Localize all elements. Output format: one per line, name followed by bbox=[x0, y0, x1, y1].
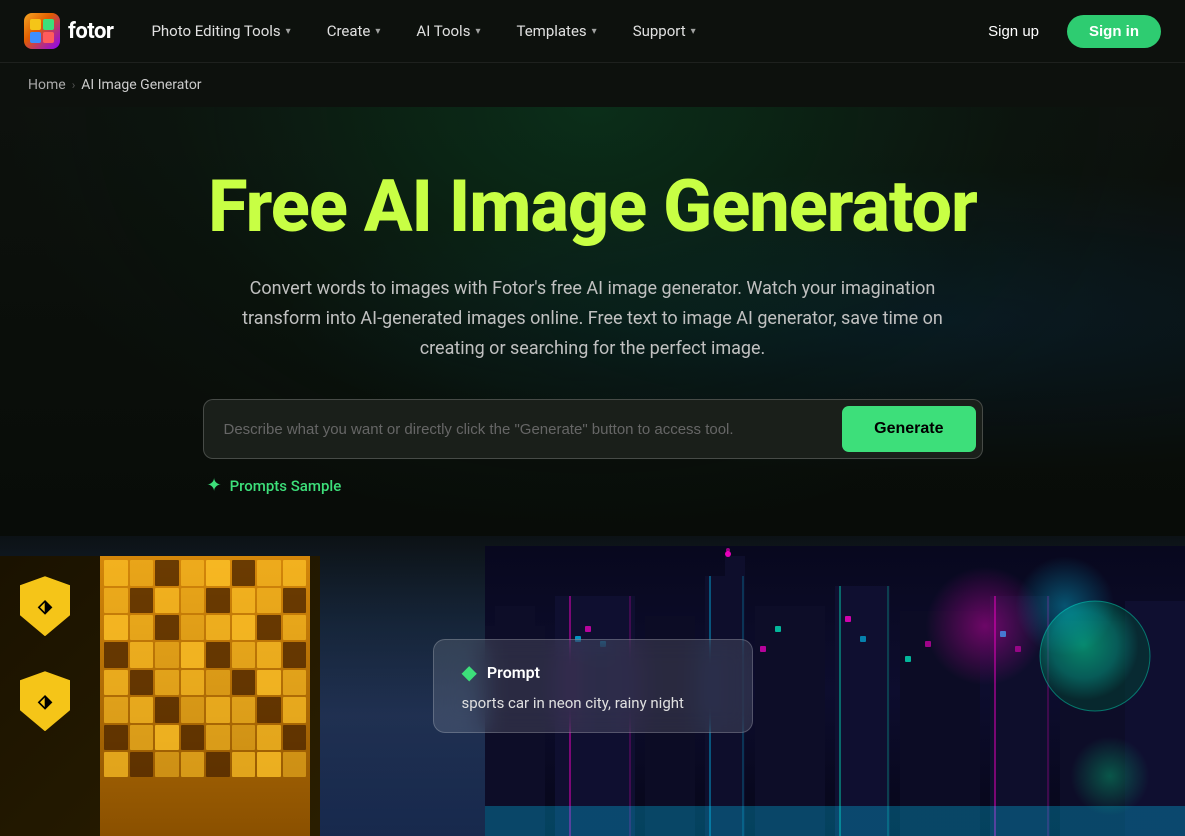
prompt-card-header: ◆ Prompt bbox=[462, 660, 724, 684]
nav-photo-editing-tools[interactable]: Photo Editing Tools ▾ bbox=[137, 14, 304, 48]
hero-section: Free AI Image Generator Convert words to… bbox=[0, 107, 1185, 536]
breadcrumb-home[interactable]: Home bbox=[28, 77, 66, 93]
logo-text: fotor bbox=[68, 19, 113, 44]
neon-cyan-glow bbox=[1015, 556, 1115, 656]
logo[interactable]: fotor bbox=[24, 13, 113, 49]
hero-title: Free AI Image Generator bbox=[20, 167, 1165, 246]
nav-create[interactable]: Create ▾ bbox=[313, 14, 395, 48]
ferrari-logos: ⬗ ⬗ bbox=[20, 576, 70, 731]
spark-icon: ✦ bbox=[207, 475, 222, 496]
window-building bbox=[100, 556, 310, 836]
shield-2: ⬗ bbox=[20, 671, 70, 731]
windows-grid bbox=[100, 556, 310, 836]
chevron-down-icon: ▾ bbox=[375, 26, 380, 37]
chevron-down-icon: ▾ bbox=[475, 26, 480, 37]
prompt-card: ◆ Prompt sports car in neon city, rainy … bbox=[433, 639, 753, 733]
generate-button[interactable]: Generate bbox=[842, 406, 975, 452]
prompt-label: Prompt bbox=[487, 663, 540, 682]
main-nav: fotor Photo Editing Tools ▾ Create ▾ AI … bbox=[0, 0, 1185, 63]
neon-green-glow bbox=[1070, 736, 1150, 816]
hero-subtitle: Convert words to images with Fotor's fre… bbox=[233, 274, 953, 363]
signin-button[interactable]: Sign in bbox=[1067, 15, 1161, 48]
chevron-down-icon: ▾ bbox=[286, 26, 291, 37]
signup-button[interactable]: Sign up bbox=[968, 15, 1059, 48]
breadcrumb: Home › AI Image Generator bbox=[0, 63, 1185, 107]
spark-icon: ◆ bbox=[462, 660, 477, 684]
chevron-down-icon: ▾ bbox=[691, 26, 696, 37]
nav-ai-tools[interactable]: AI Tools ▾ bbox=[402, 14, 494, 48]
prompts-sample[interactable]: ✦ Prompts Sample bbox=[203, 475, 983, 496]
breadcrumb-separator: › bbox=[72, 78, 76, 92]
logo-icon bbox=[24, 13, 60, 49]
search-bar: Generate bbox=[203, 399, 983, 459]
nav-support[interactable]: Support ▾ bbox=[619, 14, 710, 48]
nav-templates[interactable]: Templates ▾ bbox=[502, 14, 610, 48]
left-building: ⬗ ⬗ bbox=[0, 556, 320, 836]
search-input[interactable] bbox=[204, 400, 837, 458]
shield-1: ⬗ bbox=[20, 576, 70, 636]
prompt-text: sports car in neon city, rainy night bbox=[462, 694, 724, 712]
preview-section: ⬗ ⬗ bbox=[0, 536, 1185, 836]
breadcrumb-current: AI Image Generator bbox=[81, 77, 201, 93]
chevron-down-icon: ▾ bbox=[592, 26, 597, 37]
prompts-sample-label: Prompts Sample bbox=[230, 477, 342, 495]
